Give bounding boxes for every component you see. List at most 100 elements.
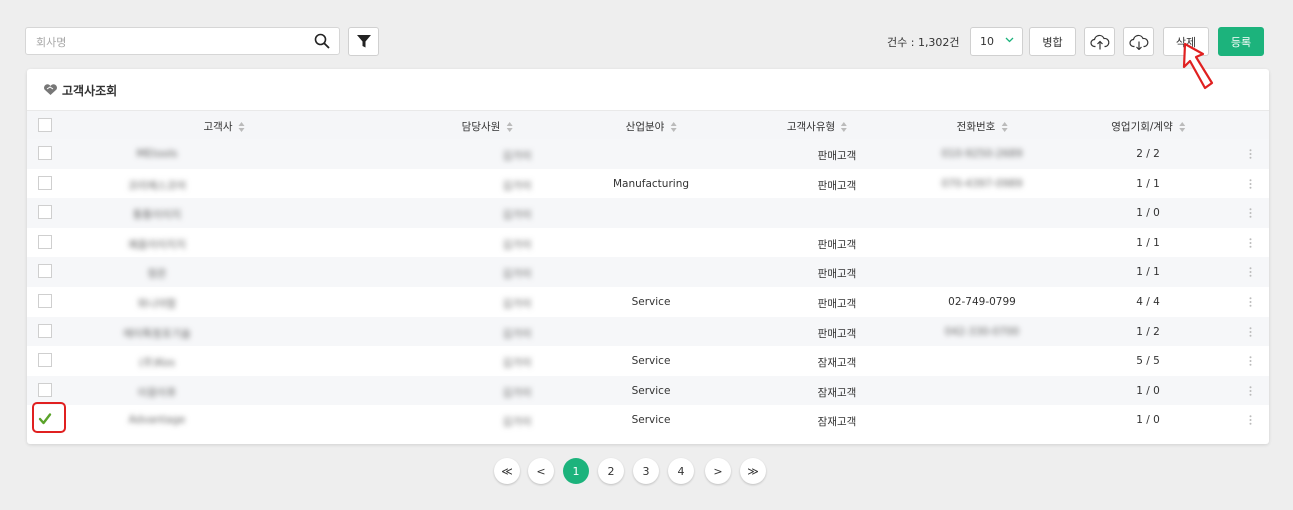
more-options-icon[interactable] — [1249, 267, 1252, 278]
row-checkbox[interactable] — [38, 234, 52, 249]
cell-industry: Service — [631, 384, 671, 397]
table-row[interactable]: (주)Kos 김가이 Service 잠재고객 5 / 5 — [27, 346, 1269, 376]
page-size-select[interactable]: 10 — [970, 27, 1023, 56]
cell-industry: Service — [631, 355, 671, 368]
row-checkbox[interactable] — [38, 323, 52, 338]
download-button[interactable] — [1123, 27, 1154, 56]
cell-customer-type: 판매고객 — [817, 268, 857, 281]
col-phone[interactable]: 전화번호 — [957, 119, 1008, 134]
col-staff[interactable]: 담당사원 — [462, 119, 513, 134]
col-company[interactable]: 고객사 — [204, 119, 245, 134]
col-company-label: 고객사 — [203, 121, 233, 133]
col-phone-label: 전화번호 — [956, 121, 996, 133]
first-page-button[interactable]: ≪ — [494, 458, 520, 484]
page-button-3[interactable]: 3 — [633, 458, 659, 484]
cell-company[interactable]: 이응이후 — [138, 385, 177, 400]
col-deals[interactable]: 영업기회/계약 — [1111, 119, 1185, 134]
page-button-1[interactable]: 1 — [563, 458, 589, 484]
row-checkbox[interactable] — [38, 264, 52, 279]
prev-page-button[interactable]: < — [528, 458, 554, 484]
cloud-upload-icon — [1089, 34, 1109, 49]
more-options-icon[interactable] — [1249, 149, 1252, 159]
cell-company[interactable]: (주)Kos — [139, 355, 175, 370]
cell-staff: 김가이 — [502, 238, 532, 251]
cloud-download-icon — [1128, 34, 1148, 50]
table-header: 고객사 담당사원 산업분야 고객사유형 전화번호 영업기회/계약 — [27, 110, 1269, 140]
row-checkbox-checked[interactable] — [32, 402, 66, 434]
more-options-icon[interactable] — [1249, 356, 1252, 366]
table-row[interactable]: 이응이후 김가이 Service 잠재고객 1 / 0 — [27, 375, 1269, 406]
cell-company[interactable]: 쾌흡이이지지 — [128, 237, 186, 252]
row-checkbox[interactable] — [38, 294, 52, 308]
col-industry-label: 산업분야 — [625, 121, 665, 133]
cell-deals: 1 / 0 — [1136, 207, 1160, 220]
cell-staff: 김가이 — [502, 386, 532, 399]
more-options-icon[interactable] — [1249, 326, 1252, 337]
cell-industry: Service — [631, 414, 671, 427]
page-button-2[interactable]: 2 — [598, 458, 624, 484]
cell-deals: 2 / 2 — [1136, 148, 1160, 160]
cell-deals: 1 / 1 — [1136, 236, 1160, 249]
table-row[interactable]: 통통이이지 김가이 1 / 0 — [27, 198, 1269, 228]
page-button-4[interactable]: 4 — [668, 458, 694, 484]
cell-company[interactable]: 와니야함 — [138, 296, 177, 311]
cell-deals: 1 / 0 — [1136, 384, 1160, 397]
next-page-button[interactable]: > — [705, 458, 731, 484]
upload-button[interactable] — [1084, 27, 1115, 56]
sort-icon — [238, 121, 245, 132]
cell-staff: 김가이 — [502, 209, 532, 222]
col-staff-label: 담당사원 — [461, 121, 501, 133]
more-options-icon[interactable] — [1249, 385, 1252, 396]
cell-deals: 4 / 4 — [1136, 296, 1160, 308]
sort-icon — [1178, 121, 1185, 132]
cell-staff: 김가이 — [502, 327, 532, 340]
row-checkbox[interactable] — [38, 353, 52, 368]
filter-icon — [356, 35, 371, 48]
cell-customer-type: 판매고객 — [817, 327, 857, 340]
cell-customer-type: 판매고객 — [817, 179, 857, 192]
filter-button[interactable] — [348, 27, 379, 56]
cell-company[interactable]: MEtools — [136, 148, 177, 160]
cell-company[interactable]: 통통이이지 — [133, 207, 181, 222]
more-options-icon[interactable] — [1249, 208, 1252, 218]
more-options-icon[interactable] — [1249, 237, 1252, 248]
row-checkbox[interactable] — [38, 382, 52, 397]
cell-company[interactable]: Advantage — [129, 414, 186, 426]
select-all-checkbox[interactable] — [38, 118, 52, 132]
table-row[interactable]: 코리에스코어 김가이 Manufacturing 판매고객 070-4397-0989 1… — [27, 169, 1269, 199]
merge-button[interactable]: 병합 — [1029, 27, 1076, 56]
table-row[interactable]: 정은 김가이 판매고객 1 / 1 — [27, 257, 1269, 287]
search-box — [25, 27, 340, 56]
col-industry[interactable]: 산업분야 — [626, 119, 677, 134]
register-button[interactable]: 등록 — [1218, 27, 1264, 56]
merge-button-label: 병합 — [1042, 35, 1063, 49]
col-customer-type-label: 고객사유형 — [786, 121, 836, 133]
cell-phone: 02-749-0799 — [948, 296, 1016, 308]
table-row[interactable]: 쾌흡이이지지 김가이 판매고객 1 / 1 — [27, 228, 1269, 258]
register-button-label: 등록 — [1230, 35, 1252, 49]
table-row[interactable]: 에이특청포기술 김가이 판매고객 042-330-0700 1 / 2 — [27, 316, 1269, 347]
cell-staff: 김가이 — [502, 150, 532, 162]
cell-industry: Service — [631, 296, 671, 308]
cell-company[interactable]: 에이특청포기술 — [123, 326, 191, 341]
more-options-icon[interactable] — [1249, 415, 1252, 426]
last-page-button[interactable]: ≫ — [740, 458, 766, 484]
row-checkbox[interactable] — [38, 146, 52, 160]
cell-company[interactable]: 코리에스코어 — [128, 178, 186, 193]
more-options-icon[interactable] — [1249, 178, 1252, 189]
chevron-down-icon — [1005, 37, 1014, 43]
cell-staff: 김가이 — [502, 416, 532, 429]
table-row[interactable]: MEtools 김가이 판매고객 010-9250-2689 2 / 2 — [27, 139, 1269, 169]
customer-table-card: 고객사조회 고객사 담당사원 산업분야 고객사유형 전화번호 영업기회/계약 M… — [27, 69, 1269, 444]
table-row[interactable]: 와니야함 김가이 Service 판매고객 02-749-0799 4 / 4 — [27, 287, 1269, 317]
search-icon[interactable] — [314, 33, 330, 49]
cell-company[interactable]: 정은 — [147, 266, 166, 281]
company-search-input[interactable] — [34, 28, 308, 56]
table-row[interactable]: Advantage 김가이 Service 잠재고객 1 / 0 — [27, 402, 1269, 435]
col-customer-type[interactable]: 고객사유형 — [786, 119, 848, 134]
sort-icon — [1001, 121, 1008, 132]
row-checkbox[interactable] — [38, 175, 52, 190]
row-checkbox[interactable] — [38, 205, 52, 220]
record-count: 건수 : 1,302건 — [887, 36, 960, 49]
more-options-icon[interactable] — [1249, 297, 1252, 307]
